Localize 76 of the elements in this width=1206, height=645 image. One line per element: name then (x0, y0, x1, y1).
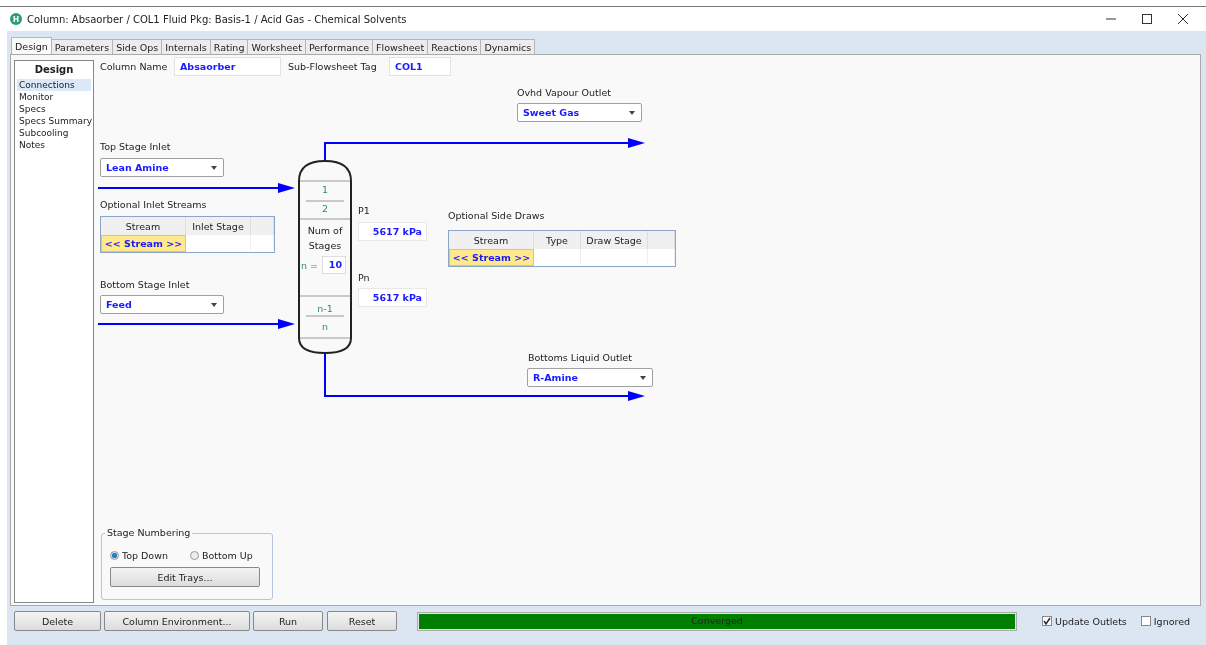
radio-option[interactable]: Top Down (110, 550, 168, 561)
radio-button[interactable] (110, 551, 119, 560)
sidebar-title: Design (33, 63, 75, 77)
sub-flowsheet-tag-field[interactable]: COL1 (389, 57, 451, 76)
sidebar-item[interactable]: Notes (17, 139, 91, 151)
caret-icon (640, 375, 646, 380)
checkbox-label: Ignored (1153, 615, 1191, 627)
field-label: Column Name (100, 61, 168, 72)
radio-option[interactable]: Bottom Up (190, 550, 253, 561)
stream-dropdown[interactable]: R-Amine (527, 368, 653, 387)
tab[interactable]: Performance (304, 39, 374, 54)
edit-trays-button[interactable]: Edit Trays... (110, 567, 260, 587)
stage-label: 1 (320, 184, 329, 195)
pressure-field[interactable]: 5617 kPa (358, 222, 427, 241)
stream-dropdown[interactable]: Sweet Gas (517, 103, 642, 122)
column-header (648, 231, 675, 249)
tab[interactable]: Reactions (427, 39, 482, 54)
table-cell[interactable]: << Stream >> (449, 249, 534, 266)
checkbox-label: Update Outlets (1055, 615, 1127, 627)
action-button[interactable]: Column Environment... (104, 611, 250, 631)
window-title: Column: Absaorber / COL1 Fluid Pkg: Basis-1 / Acid Gas - Chemical Solvents (27, 13, 407, 25)
status-text: Converged (690, 614, 744, 626)
radio-label: Top Down (122, 550, 168, 561)
tab[interactable]: Parameters (50, 39, 114, 54)
field-label: Bottom Stage Inlet (100, 279, 190, 290)
num-stages-field[interactable]: 10 (322, 256, 346, 274)
maximize-icon[interactable] (1142, 14, 1152, 24)
tab[interactable]: Dynamics (480, 39, 536, 54)
sidebar-item[interactable]: Subcooling (17, 127, 91, 139)
column-header: Inlet Stage (186, 217, 251, 235)
radio-button[interactable] (190, 551, 199, 560)
column-header: Type (534, 231, 581, 249)
field-label: Bottoms Liquid Outlet (528, 352, 632, 363)
tab[interactable]: Worksheet (247, 39, 306, 54)
tab[interactable]: Flowsheet (372, 39, 429, 54)
sidebar-item[interactable]: Specs (17, 103, 91, 115)
app-icon (10, 13, 22, 25)
sidebar-item[interactable]: Specs Summary (17, 115, 91, 127)
checkbox[interactable] (1042, 616, 1052, 626)
column-header (251, 217, 274, 235)
field-label: Ovhd Vapour Outlet (517, 87, 611, 98)
sidebar-item[interactable]: Monitor (17, 91, 91, 103)
column-name-field[interactable]: Absaorber (174, 57, 281, 76)
field-label: Sub-Flowsheet Tag (288, 61, 377, 72)
field-label: Optional Inlet Streams (100, 199, 207, 210)
field-label: Top Stage Inlet (100, 141, 171, 152)
field-label: Pn (358, 272, 370, 283)
field-label: Optional Side Draws (448, 210, 545, 221)
field-label: P1 (358, 205, 370, 216)
action-button[interactable]: Reset (327, 611, 397, 631)
tab[interactable]: Side Ops (112, 39, 163, 54)
checkbox[interactable] (1140, 616, 1151, 626)
action-button[interactable]: Run (253, 611, 323, 631)
num-stages-label: Num of Stages (306, 224, 344, 253)
stage-label: n-1 (316, 303, 334, 314)
group-title: Stage Numbering (105, 527, 193, 538)
table-cell[interactable]: << Stream >> (101, 235, 186, 252)
check-icon (1043, 617, 1051, 625)
radio-label: Bottom Up (202, 550, 253, 561)
caret-icon (211, 302, 217, 307)
sidebar-item[interactable]: Connections (17, 79, 91, 91)
tab[interactable]: Internals (161, 39, 211, 54)
caret-icon (211, 165, 217, 170)
stage-label: 2 (320, 203, 329, 214)
stage-label: n (321, 321, 329, 332)
stream-dropdown[interactable]: Feed (100, 295, 224, 314)
column-header: Stream (101, 217, 186, 235)
stream-dropdown[interactable]: Lean Amine (100, 158, 224, 177)
column-header: Stream (449, 231, 534, 249)
pressure-field[interactable]: 5617 kPa (358, 288, 427, 307)
caret-icon (629, 110, 635, 115)
tab[interactable]: Design (11, 37, 52, 54)
n-label: n = (301, 260, 318, 271)
close-icon[interactable] (1178, 14, 1188, 24)
column-header: Draw Stage (581, 231, 648, 249)
action-button[interactable]: Delete (14, 611, 101, 631)
